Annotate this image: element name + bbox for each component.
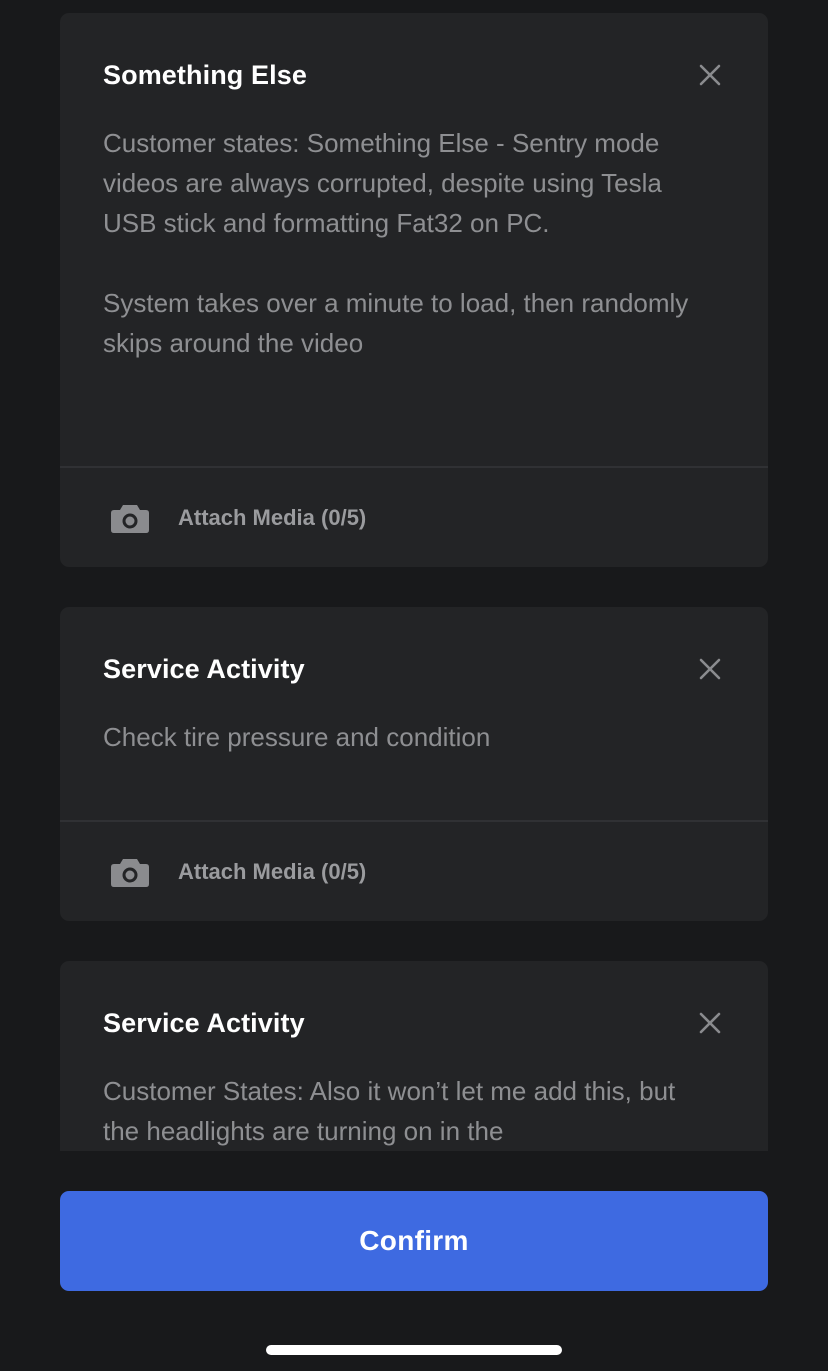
close-icon bbox=[699, 658, 721, 680]
service-items-list[interactable]: Something Else Customer states: Somethin… bbox=[0, 0, 828, 1151]
camera-icon bbox=[109, 854, 151, 890]
camera-icon bbox=[109, 500, 151, 536]
card-description: Check tire pressure and condition bbox=[103, 722, 491, 752]
attach-media-label: Attach Media (0/5) bbox=[178, 504, 367, 530]
close-icon bbox=[699, 1012, 721, 1034]
close-icon bbox=[699, 64, 721, 86]
card-title: Service Activity bbox=[103, 654, 305, 684]
card-title: Service Activity bbox=[103, 1008, 305, 1038]
card-description: Customer States: Also it won’t let me ad… bbox=[103, 1076, 676, 1146]
attach-media-button[interactable]: Attach Media (0/5) bbox=[60, 468, 768, 567]
service-item-card: Something Else Customer states: Somethin… bbox=[60, 13, 768, 567]
service-item-card: Service Activity Customer States: Also i… bbox=[60, 961, 768, 1151]
attach-media-label: Attach Media (0/5) bbox=[178, 858, 367, 884]
service-item-card: Service Activity Check tire pressure and… bbox=[60, 607, 768, 921]
close-button[interactable] bbox=[694, 653, 726, 685]
close-button[interactable] bbox=[694, 59, 726, 91]
card-title: Something Else bbox=[103, 60, 307, 90]
card-description: Customer states: Something Else - Sentry… bbox=[103, 128, 689, 358]
close-button[interactable] bbox=[694, 1007, 726, 1039]
attach-media-button[interactable]: Attach Media (0/5) bbox=[60, 822, 768, 921]
confirm-button[interactable]: Confirm bbox=[60, 1191, 768, 1291]
home-indicator[interactable] bbox=[266, 1345, 562, 1355]
